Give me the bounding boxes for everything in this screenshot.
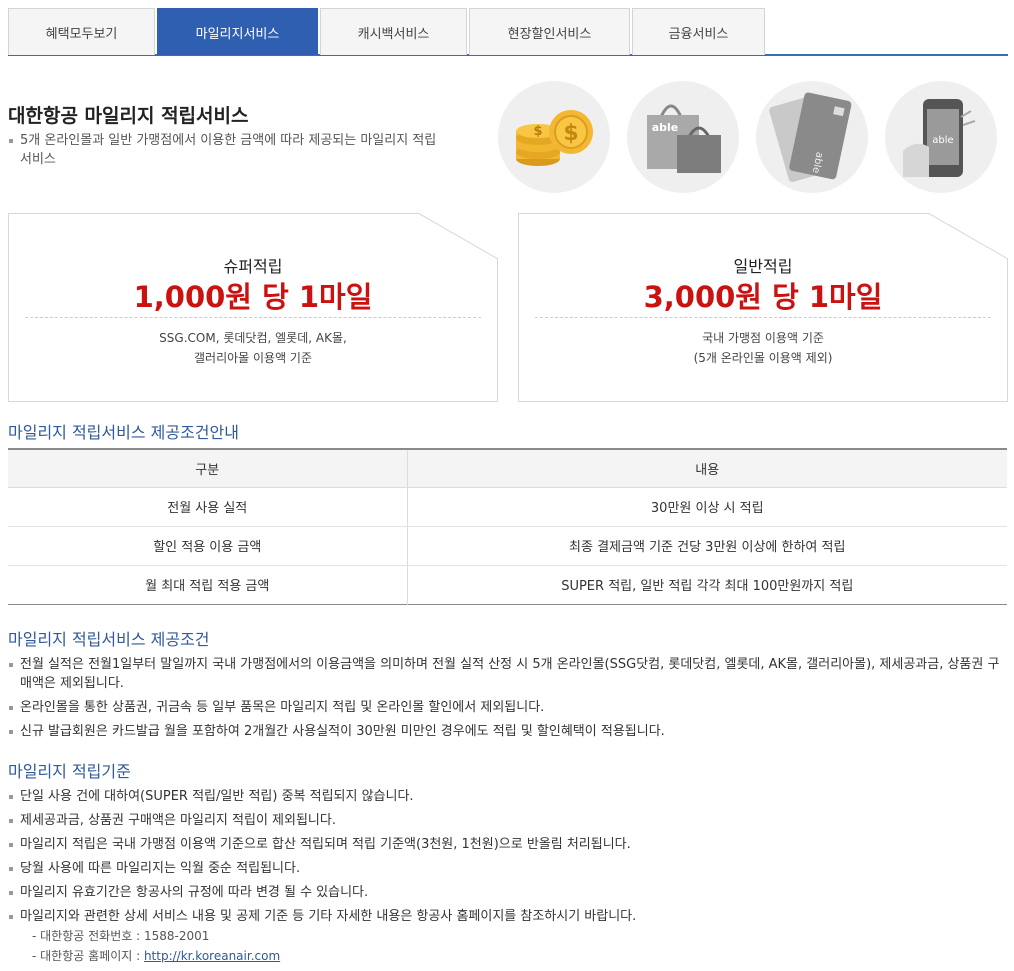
tab-bar: 혜택모두보기 마일리지서비스 캐시백서비스 현장할인서비스 금융서비스 bbox=[8, 8, 1008, 56]
divider bbox=[25, 317, 481, 318]
criteria-list: 단일 사용 건에 대하여(SUPER 적립/일반 적립) 중복 적립되지 않습니… bbox=[8, 787, 1008, 966]
criteria-title: 마일리지 적립기준 bbox=[8, 762, 131, 781]
conditions-table: 구분 내용 전월 사용 실적 30만원 이상 시 적립 할인 적용 이용 금액 … bbox=[8, 448, 1007, 605]
tab-mileage-service[interactable]: 마일리지서비스 bbox=[157, 8, 318, 55]
table-header-row: 구분 내용 bbox=[8, 449, 1007, 488]
card-note: SSG.COM, 롯데닷컴, 엘롯데, AK몰, 갤러리아몰 이용액 기준 bbox=[159, 331, 347, 365]
hero-description: 5개 온라인몰과 일반 가맹점에서 이용한 금액에 따라 제공되는 마일리지 적… bbox=[8, 131, 448, 169]
table-cell: SUPER 적립, 일반 적립 각각 최대 100만원까지 적립 bbox=[561, 579, 854, 594]
homepage-link[interactable]: http://kr.koreanair.com bbox=[144, 949, 280, 963]
list-item: 마일리지와 관련한 상세 서비스 내용 및 공제 기준 등 기타 자세한 내용은… bbox=[8, 907, 1008, 966]
svg-text:$: $ bbox=[563, 121, 578, 146]
page-title: 대한항공 마일리지 적립서비스 bbox=[8, 105, 249, 127]
table-row: 할인 적용 이용 금액 최종 결제금액 기준 건당 3만원 이상에 한하여 적립 bbox=[8, 526, 1007, 566]
table-row: 전월 사용 실적 30만원 이상 시 적립 bbox=[8, 487, 1007, 527]
conditions-guide-title: 마일리지 적립서비스 제공조건안내 bbox=[8, 423, 239, 442]
svg-text:able: able bbox=[652, 121, 679, 134]
table-cell: 최종 결제금액 기준 건당 3만원 이상에 한하여 적립 bbox=[407, 526, 1007, 566]
general-mileage-card: 일반적립 3,000원 당 1마일 국내 가맹점 이용액 기준 (5개 온라인몰… bbox=[518, 213, 1008, 402]
table-row: 월 최대 적립 적용 금액 SUPER 적립, 일반 적립 각각 최대 100만… bbox=[8, 565, 1007, 604]
table-cell: 월 최대 적립 적용 금액 bbox=[8, 565, 408, 604]
shopping-bag-icon: able bbox=[627, 81, 739, 193]
credit-card-icon: able bbox=[756, 81, 868, 193]
phone-info: - 대한항공 전화번호 : 1588-2001 bbox=[32, 929, 210, 943]
card-rate: 3,000원 당 1마일 bbox=[643, 280, 883, 314]
card-note: 국내 가맹점 이용액 기준 (5개 온라인몰 이용액 제외) bbox=[693, 331, 833, 365]
tab-onsite-discount-service[interactable]: 현장할인서비스 bbox=[469, 8, 630, 55]
tab-finance-service[interactable]: 금융서비스 bbox=[632, 8, 765, 55]
table-cell: 할인 적용 이용 금액 bbox=[8, 526, 408, 566]
table-header-category: 구분 bbox=[8, 449, 408, 488]
svg-text:$: $ bbox=[533, 124, 542, 139]
homepage-info: - 대한항공 홈페이지 : http://kr.koreanair.com bbox=[32, 949, 281, 963]
list-item: 마일리지 유효기간은 항공사의 규정에 따라 변경 될 수 있습니다. bbox=[8, 883, 1008, 902]
conditions-list: 전월 실적은 전월1일부터 말일까지 국내 가맹점에서의 이용금액을 의미하며 … bbox=[8, 655, 1008, 746]
coins-icon: $ $ bbox=[498, 81, 610, 193]
conditions-title: 마일리지 적립서비스 제공조건 bbox=[8, 630, 210, 649]
card-rate: 1,000원 당 1마일 bbox=[133, 280, 373, 314]
list-item: 제세공과금, 상품권 구매액은 마일리지 적립이 제외됩니다. bbox=[8, 811, 1008, 830]
list-item: 신규 발급회원은 카드발급 월을 포함하여 2개월간 사용실적이 30만원 미만… bbox=[8, 722, 1008, 741]
list-item: 마일리지 적립은 국내 가맹점 이용액 기준으로 합산 적립되며 적립 기준액(… bbox=[8, 835, 1008, 854]
super-mileage-card: 슈퍼적립 1,000원 당 1마일 SSG.COM, 롯데닷컴, 엘롯데, AK… bbox=[8, 213, 498, 402]
divider bbox=[535, 317, 991, 318]
list-item: 단일 사용 건에 대하여(SUPER 적립/일반 적립) 중복 적립되지 않습니… bbox=[8, 787, 1008, 806]
list-item: 전월 실적은 전월1일부터 말일까지 국내 가맹점에서의 이용금액을 의미하며 … bbox=[8, 655, 1008, 693]
tab-all-benefits[interactable]: 혜택모두보기 bbox=[8, 8, 155, 55]
table-cell: 30만원 이상 시 적립 bbox=[407, 487, 1007, 527]
table-header-content: 내용 bbox=[407, 449, 1007, 488]
svg-text:able: able bbox=[932, 135, 953, 146]
mobile-phone-icon: able bbox=[885, 81, 997, 193]
list-item: 당월 사용에 따른 마일리지는 익월 중순 적립됩니다. bbox=[8, 859, 1008, 878]
tab-cashback-service[interactable]: 캐시백서비스 bbox=[320, 8, 467, 55]
table-cell: 전월 사용 실적 bbox=[8, 487, 408, 527]
list-item: 온라인몰을 통한 상품권, 귀금속 등 일부 품목은 마일리지 적립 및 온라인… bbox=[8, 698, 1008, 717]
